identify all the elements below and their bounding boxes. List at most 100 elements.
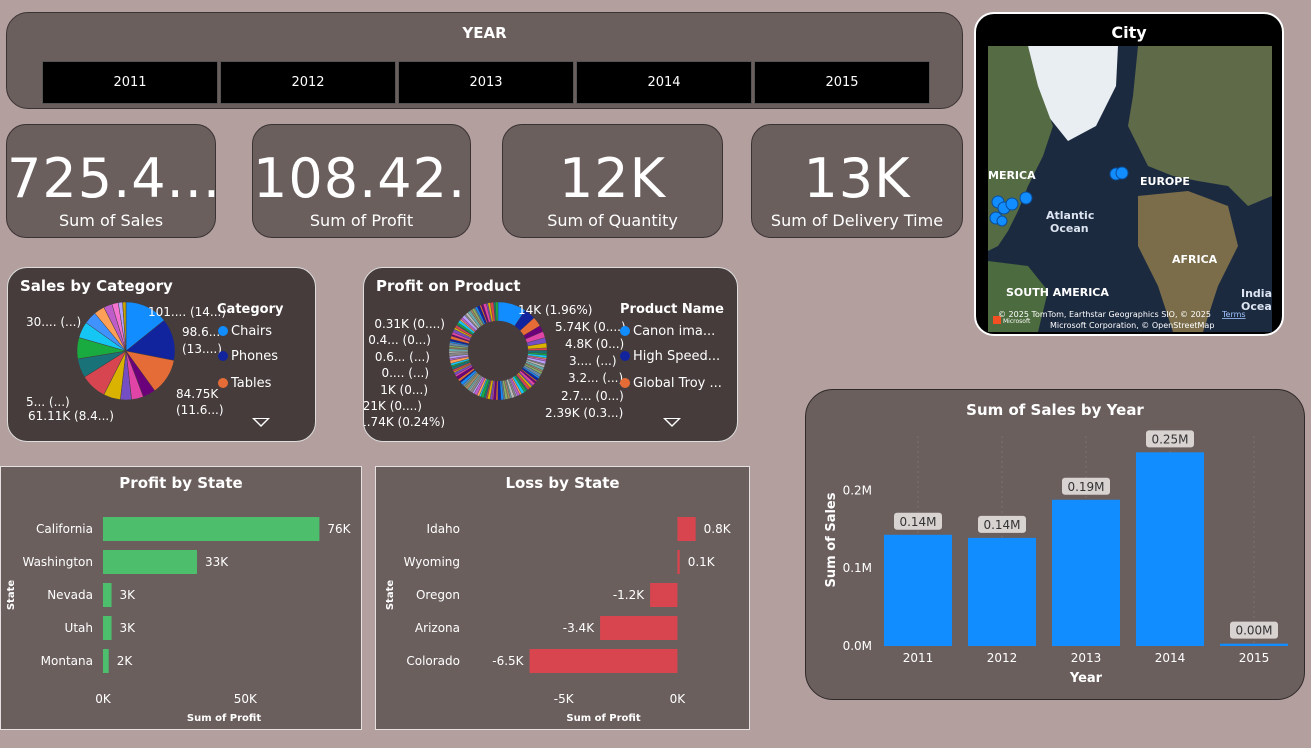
legend-item-global-troy[interactable]: Global Troy ... [620, 376, 722, 391]
y-axis-title: State [385, 580, 396, 611]
donut-data-label: 3.... (...) [569, 354, 617, 368]
year-tile-2012[interactable]: 2012 [220, 61, 396, 104]
city-point[interactable] [1019, 191, 1033, 205]
legend-item-high-speed[interactable]: High Speed... [620, 349, 720, 364]
bar[interactable] [650, 583, 678, 607]
year-slicer-title: YEAR [462, 24, 507, 42]
map-label-atlantic: Atlantic [1046, 209, 1094, 222]
legend-item-phones[interactable]: Phones [218, 349, 278, 364]
kpi-card-quantity: 12K Sum of Quantity [502, 124, 723, 238]
loss-by-state-chart[interactable]: Idaho 0.8K Wyoming 0.1K Oregon -1.2K Arizona -3… [376, 467, 751, 731]
bar[interactable] [1220, 643, 1288, 646]
category-label: California [36, 522, 93, 536]
data-label: 2K [117, 654, 134, 668]
donut-data-label: 0.6... (...) [375, 350, 430, 364]
x-tick-label: 2013 [1071, 651, 1102, 665]
donut-data-label: 3.2... (...) [568, 371, 623, 385]
map-label-ocean: Ocean [1050, 222, 1089, 235]
pie-data-label: 5... (...) [26, 395, 70, 409]
x-axis-title: Sum of Profit [566, 713, 640, 724]
bar[interactable] [884, 534, 952, 646]
bar[interactable] [103, 616, 112, 640]
bar[interactable] [677, 550, 680, 574]
x-tick-label: 0K [95, 692, 112, 706]
donut-data-label: 4.8K (0...) [565, 337, 624, 351]
bar[interactable] [529, 649, 678, 673]
category-label: Montana [41, 654, 93, 668]
map-label-indian-ocean: Ocean [1241, 300, 1272, 313]
map-terms[interactable]: Terms [1221, 310, 1246, 319]
y-axis-title: State [6, 580, 17, 611]
profit-on-product-card: Profit on Product 14K (1.96%) 5.74K (0...… [363, 267, 738, 442]
kpi-card-sales: 725.4... Sum of Sales [6, 124, 216, 238]
kpi-sales-value: 725.4... [7, 147, 216, 210]
bar[interactable] [103, 550, 197, 574]
kpi-card-delivery: 13K Sum of Delivery Time [751, 124, 963, 238]
bar[interactable] [1052, 499, 1120, 646]
sales-by-year-card: Sum of Sales by Year 0.0M 0.1M 0.2M 0.14M 20… [805, 389, 1305, 700]
city-point[interactable] [1005, 197, 1019, 211]
data-label: -3.4K [563, 621, 595, 635]
legend-label-tables: Tables [231, 376, 272, 391]
donut-data-label: 14K (1.96%) [518, 303, 592, 317]
pie-data-label: 101.... (14...) [148, 305, 226, 319]
data-label: 76K [327, 522, 351, 536]
year-tile-2014[interactable]: 2014 [576, 61, 752, 104]
profit-by-state-chart[interactable]: California 76K Washington 33K Nevada 3K Utah 3K… [1, 467, 363, 731]
data-label: -6.5K [492, 654, 524, 668]
kpi-profit-label: Sum of Profit [309, 211, 414, 230]
data-label: 3K [120, 621, 137, 635]
sales-by-category-card: Sales by Category 101.... (14...) 98.6...… [7, 267, 316, 442]
year-tile-2011[interactable]: 2011 [42, 61, 218, 104]
donut-data-label: 2.7... (0...) [561, 389, 624, 403]
data-label: 0.14M [899, 515, 936, 529]
bar[interactable] [677, 517, 696, 541]
pie-data-label: (11.6...) [176, 403, 224, 417]
donut-data-label: 0.... (...) [381, 366, 429, 380]
bar[interactable] [103, 583, 112, 607]
donut-data-label: 5.74K (0....) [555, 320, 626, 334]
donut-data-label: 0.31K (0....) [374, 317, 445, 331]
x-tick-label: 50K [234, 692, 258, 706]
year-tile-2013[interactable]: 2013 [398, 61, 574, 104]
category-label: Idaho [427, 522, 460, 536]
bar[interactable] [968, 537, 1036, 646]
category-label: Oregon [416, 588, 460, 602]
x-tick-label: 2015 [1239, 651, 1270, 665]
product-legend-title: Product Name [620, 302, 724, 317]
bar[interactable] [103, 649, 109, 673]
year-slicer-card: YEAR 2011 2012 2013 2014 2015 [6, 12, 963, 109]
y-tick-label: 0.1M [843, 561, 872, 575]
kpi-card-profit: 108.42... Sum of Profit [252, 124, 471, 238]
legend-item-tables[interactable]: Tables [218, 376, 271, 391]
category-label: Wyoming [404, 555, 460, 569]
city-point[interactable] [996, 215, 1008, 227]
donut-data-label: 1.21K (0....) [364, 399, 422, 413]
pie-data-label: 84.75K [176, 387, 219, 401]
kpi-delivery-value: 13K [803, 147, 911, 210]
bar[interactable] [103, 517, 320, 541]
data-label: 33K [205, 555, 229, 569]
data-label: -1.2K [613, 588, 645, 602]
map-card: City MERICA EUROPE Atlantic Ocean AFRICA… [974, 12, 1284, 336]
map-label-europe: EUROPE [1140, 175, 1190, 188]
legend-item-chairs[interactable]: Chairs [218, 324, 272, 339]
legend-label-high-speed: High Speed... [633, 349, 721, 364]
legend-scroll-down-icon[interactable] [252, 418, 270, 427]
donut-data-label: 1K (0...) [380, 383, 428, 397]
year-tile-2015[interactable]: 2015 [754, 61, 930, 104]
sales-by-year-chart[interactable]: 0.0M 0.1M 0.2M 0.14M 2011 0.14M 2012 0.19M 2013 0… [806, 390, 1306, 701]
legend-item-canon[interactable]: Canon ima... [620, 324, 715, 339]
category-label: Washington [22, 555, 93, 569]
legend-scroll-down-icon[interactable] [663, 418, 681, 427]
phones-swatch [218, 351, 228, 361]
donut-data-label: 0.4... (0...) [368, 333, 431, 347]
bar[interactable] [1136, 452, 1204, 646]
city-point[interactable] [1115, 166, 1129, 180]
category-label: Colorado [406, 654, 460, 668]
data-label: 0.14M [983, 518, 1020, 532]
bar[interactable] [600, 616, 678, 640]
y-tick-label: 0.0M [843, 639, 872, 653]
map-canvas[interactable]: MERICA EUROPE Atlantic Ocean AFRICA SOUT… [988, 46, 1272, 332]
kpi-quantity-value: 12K [558, 147, 667, 210]
